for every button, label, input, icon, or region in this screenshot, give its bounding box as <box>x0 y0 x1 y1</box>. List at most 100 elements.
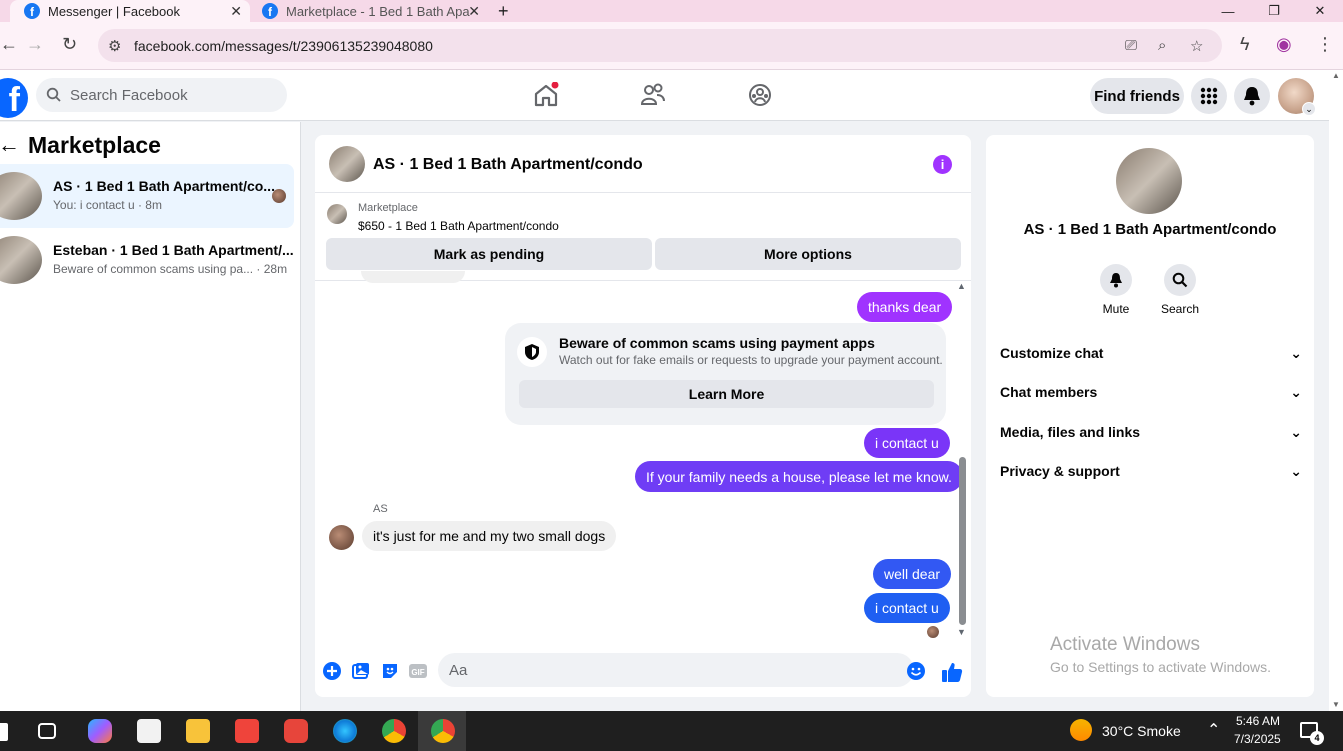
bookmark-star-icon[interactable]: ☆ <box>1190 37 1203 55</box>
listing-thumbnail <box>0 236 42 284</box>
shield-icon <box>517 337 547 367</box>
close-tab-icon[interactable]: ✕ <box>468 3 480 20</box>
message-input[interactable]: Aa <box>438 653 914 687</box>
minimize-icon[interactable]: — <box>1205 0 1251 22</box>
search-label: Search <box>1160 302 1200 316</box>
scrollbar-thumb[interactable] <box>959 457 966 625</box>
info-icon[interactable]: i <box>933 155 952 174</box>
chat-members-section[interactable]: Chat members ⌄ <box>1000 381 1302 403</box>
gif-icon[interactable]: GIF <box>408 661 428 681</box>
thumbs-up-icon[interactable] <box>941 661 963 683</box>
plus-icon[interactable] <box>322 661 342 681</box>
scroll-down-icon[interactable]: ▼ <box>1332 700 1340 709</box>
address-bar-row: ← → ↻ ⚙ facebook.com/messages/t/23906135… <box>0 22 1343 70</box>
menu-grid-icon[interactable] <box>1191 78 1227 114</box>
weather-text[interactable]: 30°C Smoke <box>1102 723 1181 739</box>
close-tab-icon[interactable]: ✕ <box>230 3 242 20</box>
svg-text:GIF: GIF <box>411 668 424 677</box>
search-input[interactable]: Search Facebook <box>36 78 287 112</box>
start-icon[interactable] <box>0 723 8 741</box>
edge-icon[interactable] <box>333 719 357 743</box>
message-bubble-incoming[interactable]: it's just for me and my two small dogs <box>362 521 617 551</box>
file-explorer-icon[interactable] <box>186 719 210 743</box>
chat-panel: AS · 1 Bed 1 Bath Apartment/condo i Mark… <box>315 135 971 697</box>
scroll-up-icon[interactable]: ▲ <box>1332 71 1340 80</box>
more-options-button[interactable]: More options <box>655 238 961 270</box>
notification-count-badge: 4 <box>1310 731 1324 745</box>
mute-button[interactable]: Mute <box>1086 264 1146 316</box>
customize-chat-section[interactable]: Customize chat ⌄ <box>1000 342 1302 364</box>
back-arrow-icon[interactable]: ← <box>0 132 20 158</box>
chevron-down-icon: ⌄ <box>1290 344 1302 361</box>
restore-icon[interactable]: ❐ <box>1251 0 1297 22</box>
site-info-icon[interactable]: ⚙ <box>108 37 121 55</box>
profile-icon[interactable]: ◉ <box>1276 34 1292 55</box>
groups-icon[interactable] <box>747 82 773 108</box>
privacy-support-section[interactable]: Privacy & support ⌄ <box>1000 460 1302 482</box>
facebook-favicon-icon: f <box>262 3 278 19</box>
message-bubble-outgoing[interactable]: i contact u <box>864 593 950 623</box>
message-bubble-outgoing[interactable]: If your family needs a house, please let… <box>635 461 963 492</box>
chrome-icon[interactable] <box>382 719 406 743</box>
page-scrollbar[interactable]: ▲ ▼ <box>1329 71 1343 711</box>
chrome-profile-icon[interactable] <box>431 719 455 743</box>
chat-title[interactable]: AS · 1 Bed 1 Bath Apartment/condo <box>373 156 643 174</box>
reload-icon[interactable]: ↻ <box>62 34 77 55</box>
close-window-icon[interactable]: ✕ <box>1297 0 1343 22</box>
message-bubble-outgoing[interactable]: thanks dear <box>857 292 953 322</box>
copilot-icon[interactable] <box>88 719 112 743</box>
url-text: facebook.com/messages/t/2390613523904808… <box>134 37 433 54</box>
chevron-down-icon: ⌄ <box>1302 102 1316 116</box>
marketplace-listing-bar: Marketplace $650 - 1 Bed 1 Bath Apartmen… <box>315 193 971 281</box>
mark-as-pending-button[interactable]: Mark as pending <box>326 238 652 270</box>
listing-price-title[interactable]: $650 - 1 Bed 1 Bath Apartment/condo <box>358 219 559 233</box>
conversation-item[interactable]: AS · 1 Bed 1 Bath Apartment/co... You: i… <box>0 164 294 228</box>
facebook-logo-icon[interactable]: f <box>0 78 28 118</box>
new-tab-button[interactable]: + <box>498 0 518 22</box>
tab-marketplace[interactable]: f Marketplace - 1 Bed 1 Bath Apa ✕ <box>252 0 488 22</box>
clock-date[interactable]: 7/3/2025 <box>1234 732 1281 746</box>
extension-icon[interactable]: ϟ <box>1240 34 1250 55</box>
browser-tab-bar: f Messenger | Facebook ✕ f Marketplace -… <box>0 0 1343 22</box>
store-icon[interactable] <box>137 719 161 743</box>
install-app-icon[interactable]: ⎚ <box>1125 37 1137 54</box>
notifications-bell-icon[interactable] <box>1234 78 1270 114</box>
media-files-links-section[interactable]: Media, files and links ⌄ <box>1000 421 1302 443</box>
search-icon <box>46 87 61 102</box>
forward-icon[interactable]: → <box>26 34 44 55</box>
weather-icon[interactable] <box>1070 719 1092 741</box>
home-icon[interactable] <box>533 82 559 108</box>
url-field[interactable]: ⚙ facebook.com/messages/t/23906135239048… <box>98 29 1222 62</box>
chat-avatar[interactable] <box>329 146 365 182</box>
conversation-item[interactable]: Esteban · 1 Bed 1 Bath Apartment/... Bew… <box>0 228 294 292</box>
message-bubble-outgoing[interactable]: well dear <box>873 559 952 589</box>
task-view-icon[interactable] <box>38 723 56 739</box>
conversation-title: AS · 1 Bed 1 Bath Apartment/co... <box>53 178 275 194</box>
tab-messenger[interactable]: f Messenger | Facebook ✕ <box>10 0 250 22</box>
anydesk-icon[interactable] <box>235 719 259 743</box>
read-receipt-avatar <box>272 189 286 203</box>
learn-more-button[interactable]: Learn More <box>519 380 934 408</box>
gallery-icon[interactable] <box>351 661 371 681</box>
search-icon <box>1172 272 1188 288</box>
back-icon[interactable]: ← <box>0 34 18 55</box>
sticker-icon[interactable] <box>380 661 400 681</box>
find-friends-button[interactable]: Find friends <box>1090 78 1184 114</box>
wps-office-icon[interactable] <box>284 719 308 743</box>
zoom-icon[interactable]: ⌕ <box>1158 37 1166 54</box>
browser-menu-icon[interactable]: ⋮ <box>1316 34 1334 55</box>
message-bubble-outgoing[interactable]: i contact u <box>864 428 950 458</box>
emoji-icon[interactable] <box>906 661 926 681</box>
search-in-conversation-button[interactable]: Search <box>1150 264 1210 316</box>
friends-icon[interactable] <box>640 82 666 108</box>
tray-chevron-icon[interactable]: ⌃ <box>1207 720 1220 740</box>
conversation-preview: Beware of common scams using pa... · 28m <box>53 262 288 276</box>
sender-avatar[interactable] <box>329 525 354 550</box>
clock-time[interactable]: 5:46 AM <box>1236 714 1280 728</box>
scroll-down-icon[interactable]: ▼ <box>957 627 966 637</box>
account-avatar[interactable]: ⌄ <box>1278 78 1316 116</box>
bell-icon <box>1110 273 1122 288</box>
tab-title: Marketplace - 1 Bed 1 Bath Apa <box>286 3 470 19</box>
activate-windows-subtitle: Go to Settings to activate Windows. <box>1050 659 1271 675</box>
scroll-up-icon[interactable]: ▲ <box>957 281 966 291</box>
